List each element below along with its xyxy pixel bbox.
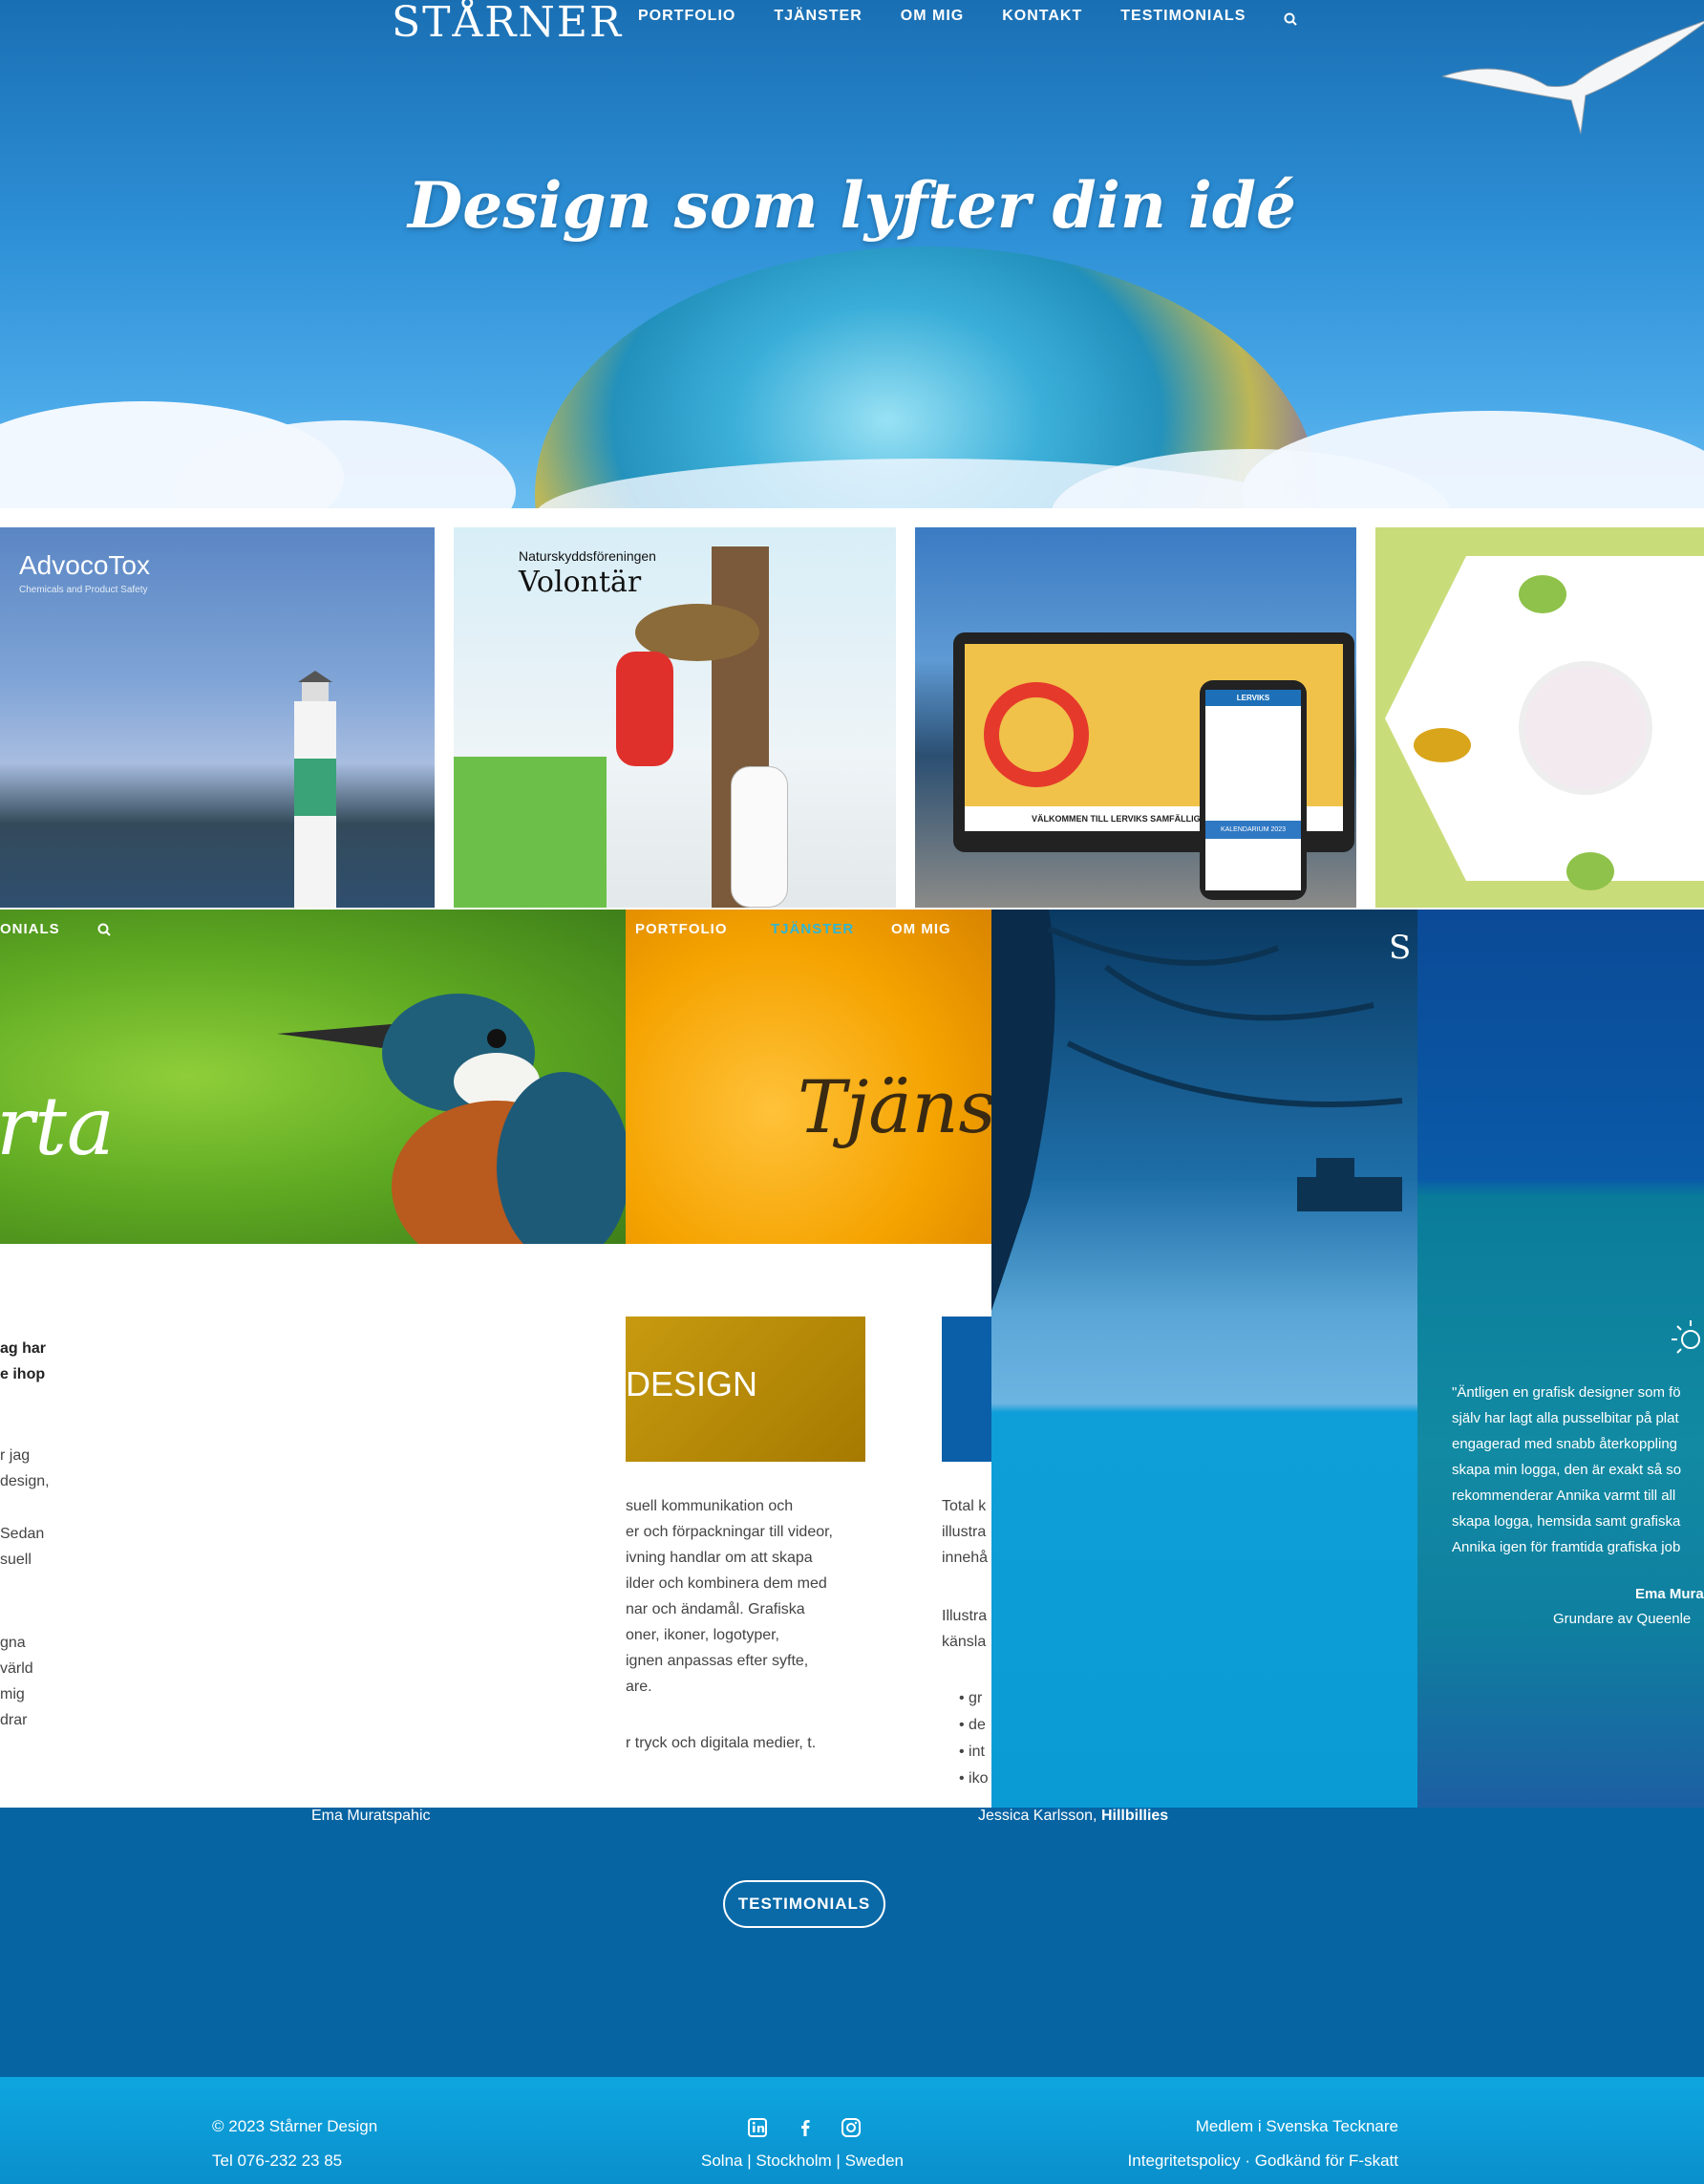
design-text-line: r tryck och digitala medier, t.	[626, 1735, 817, 1751]
nav-testimonials[interactable]: TESTIMONIALS	[1120, 8, 1246, 26]
footer-copyright: © 2023 Stårner Design	[212, 2117, 378, 2135]
testimonials-section: Ema Muratspahic Jessica Karlsson, Hillbi…	[0, 1808, 1704, 2077]
footer-policy[interactable]: Integritetspolicy · Godkänd för F-skatt	[1128, 2152, 1398, 2171]
nav-tjanster-active[interactable]: TJÄNSTER	[771, 921, 854, 937]
design-text-line: nar och ändamål. Grafiska	[626, 1601, 805, 1617]
site-footer: © 2023 Stårner Design Tel 076-232 23 85 …	[0, 2077, 1704, 2184]
about-line: drar	[0, 1712, 28, 1728]
sun-icon	[1672, 1320, 1700, 1354]
testimonial-author: Ema Mura	[1635, 1586, 1704, 1602]
volontar-title: Volontär	[519, 566, 642, 599]
testimonial-name-right: Jessica Karlsson, Hillbillies	[978, 1808, 1169, 1824]
design-text-line: er och förpackningar till videor,	[626, 1524, 833, 1540]
testimonial-name-left: Ema Muratspahic	[311, 1808, 431, 1824]
illustration-bullet: • iko	[959, 1770, 989, 1787]
about-line: design,	[0, 1473, 50, 1489]
phone-mockup: LERVIKS KALENDARIUM 2023	[1200, 680, 1307, 900]
design-service-card[interactable]: DESIGN	[626, 1317, 865, 1462]
nav-tjanster[interactable]: TJÄNSTER	[774, 8, 862, 26]
design-text-line: ivning handlar om att skapa	[626, 1550, 813, 1566]
illustration-service-card[interactable]	[942, 1317, 991, 1462]
about-line: mig	[0, 1686, 25, 1702]
portfolio-tile-lerviks[interactable]: VÄLKOMMEN TILL LERVIKS SAMFÄLLIGHETSFÖRE…	[915, 527, 1356, 908]
facebook-icon[interactable]	[795, 2117, 816, 2138]
lifebuoy	[984, 682, 1089, 787]
phone-calendar: KALENDARIUM 2023	[1205, 821, 1301, 839]
nav-kontakt[interactable]: KONTAKT	[1002, 8, 1082, 26]
logo-fragment: S	[1389, 929, 1412, 967]
about-script-title: rta	[0, 1080, 115, 1173]
testimonial-panel: "Äntligen en grafisk designer som fö sjä…	[1417, 910, 1704, 1808]
hero-section: STÅRNER PORTFOLIO TJÄNSTER OM MIG KONTAK…	[0, 0, 1704, 508]
about-line: r jag	[0, 1447, 31, 1464]
advocotox-subtitle: Chemicals and Product Safety	[19, 585, 148, 595]
illustration-text-line: känsla	[942, 1634, 987, 1650]
woman-illustration	[616, 652, 673, 766]
design-text-line: ignen anpassas efter syfte,	[626, 1653, 809, 1669]
main-nav: PORTFOLIO TJÄNSTER OM MIG KONTAKT TESTIM…	[638, 8, 1298, 26]
about-line: suell	[0, 1552, 32, 1568]
tree-silhouette-image	[991, 910, 1403, 1311]
illustration-text-line: innehå	[942, 1550, 989, 1566]
advocotox-title: AdvocoTox	[19, 550, 150, 580]
illustration-bullet: • gr	[959, 1690, 983, 1706]
child-illustration	[731, 766, 788, 908]
nav-testimonials-partial[interactable]: ONIALS	[0, 921, 60, 937]
footer-membership[interactable]: Medlem i Svenska Tecknare	[1196, 2117, 1398, 2136]
bee-illustration	[1414, 728, 1471, 762]
grass-illustration	[454, 757, 607, 908]
linkedin-icon[interactable]	[747, 2117, 768, 2138]
lighthouse-image	[294, 671, 336, 908]
volontar-org: Naturskyddsföreningen	[519, 548, 656, 564]
testimonial-role: Grundare av Queenle	[1553, 1611, 1692, 1627]
illustration-text-line: illustra	[942, 1524, 987, 1540]
flower-center	[1519, 661, 1652, 795]
design-text-line: oner, ikoner, logotyper,	[626, 1627, 779, 1643]
footer-phone[interactable]: Tel 076-232 23 85	[212, 2152, 342, 2171]
illustration-text-line: Illustra	[942, 1608, 988, 1624]
seagull-image	[1442, 20, 1704, 134]
about-hero-panel: ONIALS rta	[0, 910, 626, 1244]
portfolio-tile-bees[interactable]	[1375, 527, 1704, 908]
kingfisher-image	[277, 994, 626, 1244]
testimonial-quote: "Äntligen en grafisk designer som fö sjä…	[1452, 1384, 1682, 1555]
nav-om-mig[interactable]: OM MIG	[891, 921, 951, 937]
illustration-text-line: Total k	[942, 1498, 987, 1514]
about-line: e ihop	[0, 1366, 46, 1382]
portfolio-tile-advocotox[interactable]: AdvocoTox Chemicals and Product Safety	[0, 527, 435, 908]
design-text-line: ilder och kombinera dem med	[626, 1575, 827, 1592]
design-text-line: suell kommunikation och	[626, 1498, 794, 1514]
design-text-line: are.	[626, 1679, 652, 1695]
site-logo[interactable]: STÅRNER	[392, 0, 623, 50]
illustration-bullet: • de	[959, 1717, 986, 1733]
search-icon[interactable]	[97, 923, 111, 936]
about-line: Sedan	[0, 1526, 45, 1542]
nav-portfolio[interactable]: PORTFOLIO	[635, 921, 728, 937]
grape-illustration	[1566, 852, 1614, 890]
illustration-bullet: • int	[959, 1744, 985, 1760]
instagram-icon[interactable]	[841, 2117, 862, 2138]
design-card-label: DESIGN	[626, 1364, 758, 1403]
testimonials-button[interactable]: TESTIMONIALS	[723, 1880, 885, 1928]
about-line: värld	[0, 1660, 33, 1677]
about-line: gna	[0, 1635, 26, 1651]
lake-image-panel: S	[991, 910, 1417, 1808]
grape-illustration	[1519, 575, 1566, 613]
nav-portfolio[interactable]: PORTFOLIO	[638, 8, 735, 26]
hero-title: Design som lyfter din idé	[408, 168, 1296, 243]
services-hero-panel: PORTFOLIO TJÄNSTER OM MIG Tjänster	[626, 910, 991, 1244]
about-line: ag har	[0, 1340, 47, 1357]
services-script-title: Tjänster	[798, 1064, 991, 1149]
search-icon[interactable]	[1284, 12, 1298, 26]
portfolio-tile-volontar[interactable]: Naturskyddsföreningen Volontär	[454, 527, 896, 908]
nav-om-mig[interactable]: OM MIG	[901, 8, 964, 26]
footer-location: Solna | Stockholm | Sweden	[701, 2152, 905, 2170]
phone-site-title: LERVIKS	[1205, 690, 1301, 706]
